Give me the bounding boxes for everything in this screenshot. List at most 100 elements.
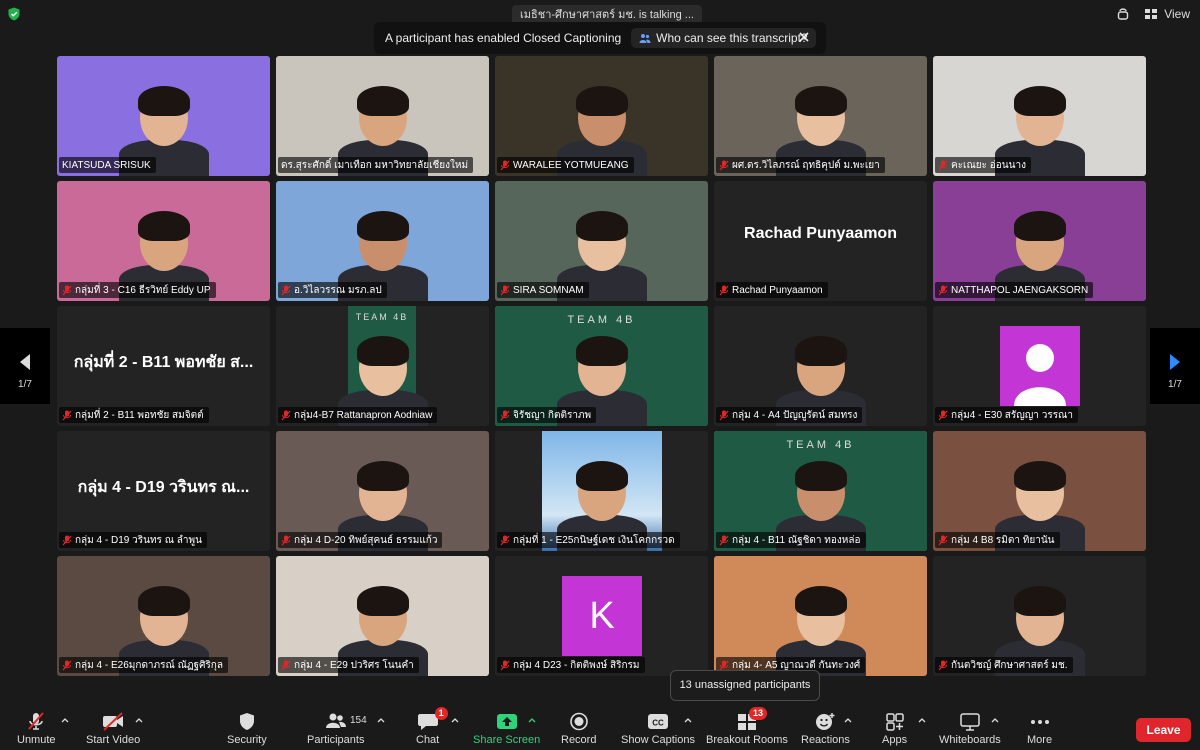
start-video-button[interactable]: Start Video bbox=[86, 712, 140, 746]
participant-name: อ.วิไลวรรณ มรภ.ลป bbox=[294, 284, 382, 296]
muted-microphone-icon bbox=[281, 285, 291, 295]
participant-name: คะเณยะ อ่อนนาง bbox=[951, 159, 1026, 171]
video-tile[interactable]: WARALEE YOTMUEANG bbox=[495, 56, 708, 176]
participants-icon bbox=[325, 713, 346, 728]
video-tile[interactable]: กลุ่มที่ 2 - B11 พอทชัย ส... กลุ่มที่ 2 -… bbox=[57, 306, 270, 426]
video-tile[interactable]: กลุ่มที่ 3 - C16 ธีรวิทย์ Eddy UP bbox=[57, 181, 270, 301]
breakout-rooms-badge: 13 bbox=[748, 707, 767, 720]
team-banner-text: TEAM 4B bbox=[567, 314, 636, 326]
who-can-see-label: Who can see this transcript? bbox=[656, 31, 808, 45]
video-tile[interactable]: TEAM 4B กลุ่ม4-B7 Rattanapron Aodniaw bbox=[276, 306, 489, 426]
chevron-up-icon[interactable] bbox=[991, 716, 999, 724]
muted-microphone-icon bbox=[62, 535, 72, 545]
chat-icon-wrap: 1 bbox=[417, 707, 448, 731]
muted-microphone-icon bbox=[719, 535, 729, 545]
chat-badge: 1 bbox=[434, 707, 448, 720]
more-dots-icon bbox=[1030, 720, 1049, 724]
chevron-up-icon[interactable] bbox=[528, 716, 536, 724]
leave-button[interactable]: Leave bbox=[1136, 718, 1191, 742]
muted-microphone-icon bbox=[938, 535, 948, 545]
muted-microphone-icon bbox=[281, 660, 291, 670]
apps-button[interactable]: Apps bbox=[882, 712, 907, 746]
view-button[interactable]: View bbox=[1143, 6, 1190, 22]
chevron-up-icon[interactable] bbox=[135, 716, 143, 724]
apps-label: Apps bbox=[882, 734, 908, 746]
video-tile[interactable]: กลุ่ม 4 B8 รมิตา ทิยานัน bbox=[933, 431, 1146, 551]
video-tile[interactable]: กลุ่ม 4 - D19 วรินทร ณ... กลุ่ม 4 - D19 ว… bbox=[57, 431, 270, 551]
video-tile[interactable]: TEAM 4B จิรัชญา กิตติราภพ bbox=[495, 306, 708, 426]
previous-page-button[interactable]: 1/7 bbox=[0, 328, 50, 404]
muted-microphone-icon bbox=[281, 410, 291, 420]
participant-name-tag: กลุ่ม 4 - E26มุกดาภรณ์ ณัฏฐศิริกุล bbox=[59, 657, 228, 673]
people-icon bbox=[639, 34, 651, 43]
breakout-rooms-button[interactable]: 13 Breakout Rooms bbox=[706, 707, 788, 746]
participant-name: กันตวิชญ์ ศึกษาศาสตร์ มช. bbox=[951, 659, 1068, 671]
video-tile[interactable]: ดร.สุระศักดิ์ เมาเทือก มหาวิทยาลัยเชียงใ… bbox=[276, 56, 489, 176]
chevron-up-icon[interactable] bbox=[918, 716, 926, 724]
participant-name: กลุ่ม4-B7 Rattanapron Aodniaw bbox=[294, 409, 433, 421]
video-tile[interactable]: K กลุ่ม 4 D23 - กิตติพงษ์ สิริกรม bbox=[495, 556, 708, 676]
unmute-button[interactable]: Unmute bbox=[17, 712, 56, 746]
muted-microphone-icon bbox=[500, 160, 510, 170]
who-can-see-transcript-button[interactable]: Who can see this transcript? bbox=[631, 28, 816, 48]
chat-label: Chat bbox=[416, 734, 440, 746]
participant-name-tag: NATTHAPOL JAENGAKSORN bbox=[935, 282, 1094, 298]
video-tile[interactable]: TEAM 4B กลุ่ม 4 - B11 ณัฐชิดา ทองหล่อ bbox=[714, 431, 927, 551]
participant-name-tag: กลุ่ม4-B7 Rattanapron Aodniaw bbox=[278, 407, 438, 423]
microphone-muted-icon bbox=[28, 712, 45, 730]
video-tile[interactable]: NATTHAPOL JAENGAKSORN bbox=[933, 181, 1146, 301]
encryption-shield-icon[interactable] bbox=[7, 7, 21, 21]
next-page-button[interactable]: 1/7 bbox=[1150, 328, 1200, 404]
chat-button[interactable]: 1 Chat bbox=[416, 707, 448, 746]
close-icon[interactable] bbox=[797, 30, 811, 44]
chevron-up-icon[interactable] bbox=[844, 716, 852, 724]
default-avatar-icon bbox=[1000, 326, 1080, 406]
more-button[interactable]: More bbox=[1027, 712, 1052, 746]
muted-microphone-icon bbox=[938, 660, 948, 670]
chevron-up-icon[interactable] bbox=[377, 716, 385, 724]
video-tile[interactable]: กลุ่ม 4- A5 ญาณวดี กันทะวงศ์ bbox=[714, 556, 927, 676]
share-screen-icon bbox=[496, 714, 517, 729]
video-tile[interactable]: อ.วิไลวรรณ มรภ.ลป bbox=[276, 181, 489, 301]
video-tile[interactable]: Rachad Punyaamon Rachad Punyaamon bbox=[714, 181, 927, 301]
video-tile[interactable]: SIRA SOMNAM bbox=[495, 181, 708, 301]
participant-name: กลุ่ม 4 D-20 ทิพย์สุคนธ์ ธรรมแก้ว bbox=[294, 534, 438, 546]
caption-banner-message: A participant has enabled Closed Caption… bbox=[385, 31, 622, 45]
unmute-label: Unmute bbox=[17, 734, 56, 746]
video-tile[interactable]: กลุ่ม 4 - E29 ปวริศร โนนคำ bbox=[276, 556, 489, 676]
page-indicator-right: 1/7 bbox=[1168, 379, 1182, 390]
participant-name: กลุ่ม 4 - E29 ปวริศร โนนคำ bbox=[294, 659, 414, 671]
muted-microphone-icon bbox=[719, 660, 729, 670]
chevron-up-icon[interactable] bbox=[684, 716, 692, 724]
participant-name-tag: กลุ่ม 4 - E29 ปวริศร โนนคำ bbox=[278, 657, 419, 673]
participant-name: Rachad Punyaamon bbox=[732, 284, 823, 296]
record-icon bbox=[569, 712, 588, 731]
participant-name: SIRA SOMNAM bbox=[513, 284, 584, 296]
participant-name-tag: กลุ่มที่ 2 - B11 พอทชัย สมจิตต์ bbox=[59, 407, 209, 423]
video-tile[interactable]: คะเณยะ อ่อนนาง bbox=[933, 56, 1146, 176]
participant-name: WARALEE YOTMUEANG bbox=[513, 159, 629, 171]
whiteboard-icon bbox=[960, 713, 980, 731]
participant-name: กลุ่ม 4 D23 - กิตติพงษ์ สิริกรม bbox=[513, 659, 640, 671]
video-tile[interactable]: กลุ่มที่ 1 - E25กนิษฐ์เดช เงินโคกกรวด bbox=[495, 431, 708, 551]
participant-name: ดร.สุระศักดิ์ เมาเทือก มหาวิทยาลัยเชียงใ… bbox=[281, 159, 469, 171]
view-label: View bbox=[1164, 7, 1190, 21]
grid-view-icon bbox=[1145, 9, 1158, 19]
video-tile[interactable]: KIATSUDA SRISUK bbox=[57, 56, 270, 176]
video-tile[interactable]: กันตวิชญ์ ศึกษาศาสตร์ มช. bbox=[933, 556, 1146, 676]
participant-name: กลุ่มที่ 2 - B11 พอทชัย สมจิตต์ bbox=[75, 409, 204, 421]
security-button[interactable]: Security bbox=[227, 712, 267, 746]
chevron-up-icon[interactable] bbox=[451, 716, 459, 724]
reactions-button[interactable]: Reactions bbox=[801, 712, 850, 746]
breakout-icon-wrap: 13 bbox=[736, 707, 767, 731]
video-tile[interactable]: ผศ.ดร.วิไลภรณ์ ฤทธิคุปต์ ม.พะเยา bbox=[714, 56, 927, 176]
video-tile[interactable]: กลุ่ม 4 D-20 ทิพย์สุคนธ์ ธรรมแก้ว bbox=[276, 431, 489, 551]
chevron-up-icon[interactable] bbox=[61, 716, 69, 724]
immersive-view-icon[interactable] bbox=[1115, 6, 1131, 22]
participant-name: กลุ่ม 4 - D19 วรินทร ณ ลำพูน bbox=[75, 534, 202, 546]
participant-name-tag: คะเณยะ อ่อนนาง bbox=[935, 157, 1031, 173]
video-tile[interactable]: กลุ่ม 4 - A4 ปัญญูรัตน์ สมทรง bbox=[714, 306, 927, 426]
video-tile[interactable]: กลุ่ม 4 - E26มุกดาภรณ์ ณัฏฐศิริกุล bbox=[57, 556, 270, 676]
record-button[interactable]: Record bbox=[561, 712, 596, 746]
video-tile[interactable]: กลุ่ม4 - E30 สรัญญา วรรณา bbox=[933, 306, 1146, 426]
